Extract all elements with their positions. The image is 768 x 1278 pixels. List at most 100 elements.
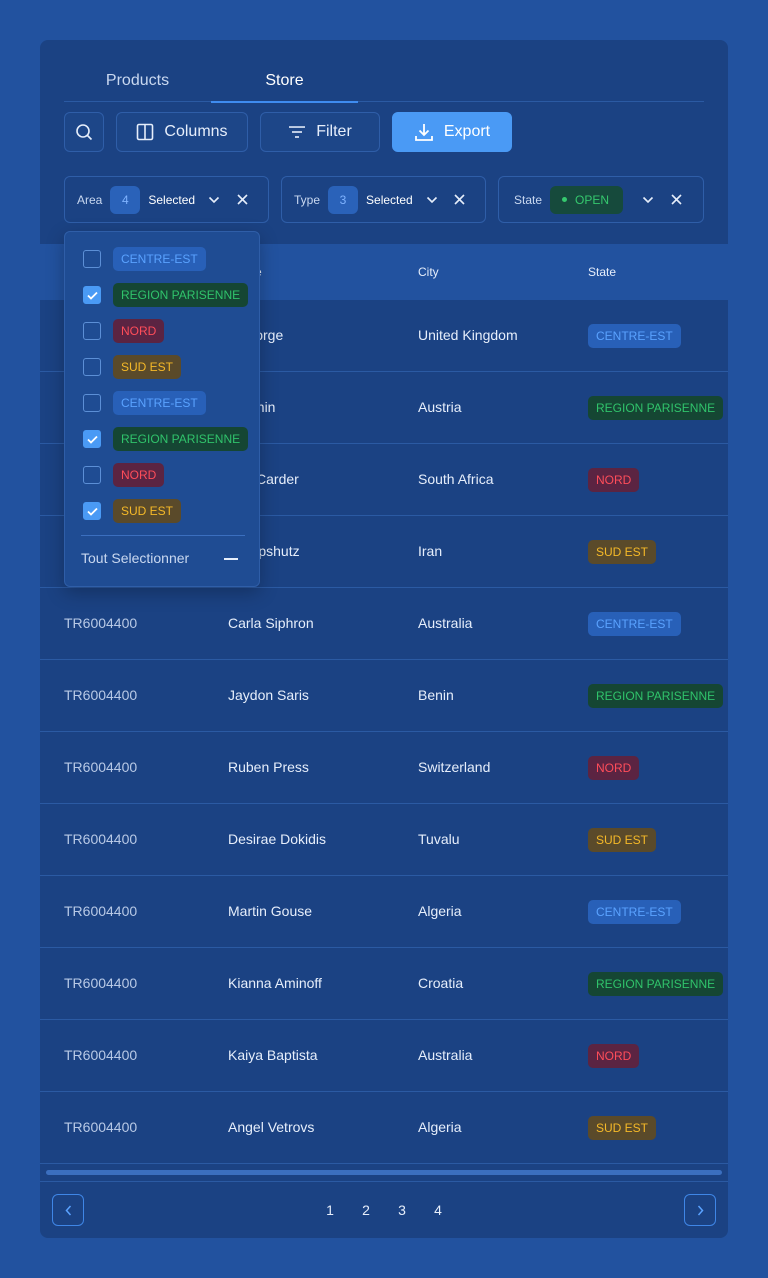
row-name: Jaydon Saris xyxy=(228,687,309,703)
area-option[interactable]: SUD EST xyxy=(83,355,182,379)
row-city: Australia xyxy=(418,1047,473,1063)
export-label: Export xyxy=(443,123,491,140)
state-clear-button[interactable] xyxy=(667,191,685,209)
type-filter-chip[interactable]: Type 3 Selected xyxy=(281,176,486,223)
row-city: United Kingdom xyxy=(418,327,518,343)
table-row[interactable]: TR6004400 Kaiya Baptista Australia NORD xyxy=(40,1020,728,1092)
row-id: TR6004400 xyxy=(64,831,138,847)
previous-page-button[interactable] xyxy=(52,1194,84,1226)
type-selected-text: Selected xyxy=(366,192,413,207)
table-row[interactable]: TR6004400 Ruben Press Switzerland NORD xyxy=(40,732,728,804)
row-state: REGION PARISENNE xyxy=(588,372,724,443)
search-button[interactable] xyxy=(64,112,104,152)
columns-button[interactable]: Columns xyxy=(116,112,248,152)
close-icon xyxy=(236,194,248,205)
option-tag: CENTRE-EST xyxy=(113,391,206,415)
download-icon xyxy=(414,124,433,141)
option-tag: SUD EST xyxy=(113,499,182,523)
tab-store[interactable]: Store xyxy=(211,62,358,103)
option-checkbox[interactable] xyxy=(83,430,101,448)
columns-icon xyxy=(137,123,154,141)
area-option[interactable]: NORD xyxy=(83,463,165,487)
column-header-state[interactable]: State xyxy=(588,244,616,300)
area-selected-text: Selected xyxy=(148,192,196,207)
page-1[interactable]: 1 xyxy=(320,1202,340,1218)
close-icon xyxy=(670,194,682,205)
state-tag: CENTRE-EST xyxy=(588,612,681,637)
row-state: CENTRE-EST xyxy=(588,588,681,659)
row-name: Ruben Press xyxy=(228,759,309,775)
table-row[interactable]: TR6004400 Kianna Aminoff Croatia REGION PAR… xyxy=(40,948,728,1020)
option-tag: NORD xyxy=(113,319,165,343)
row-id: TR6004400 xyxy=(64,1047,138,1063)
column-header-city[interactable]: City xyxy=(418,244,439,300)
select-all-indeterminate-icon[interactable] xyxy=(224,558,238,560)
option-checkbox[interactable] xyxy=(83,250,101,268)
area-option[interactable]: CENTRE-EST xyxy=(83,247,206,271)
page-3[interactable]: 3 xyxy=(392,1202,412,1218)
state-tag: SUD EST xyxy=(588,540,657,565)
table-row[interactable]: TR6004400 Angel Vetrovs Algeria SUD EST xyxy=(40,1092,728,1164)
state-tag: REGION PARISENNE xyxy=(588,684,724,709)
area-expand-button[interactable] xyxy=(205,191,223,209)
state-open-text: OPEN xyxy=(575,192,610,207)
row-city: Algeria xyxy=(418,1119,462,1135)
tab-products[interactable]: Products xyxy=(64,62,211,102)
row-city: Tuvalu xyxy=(418,831,460,847)
table-row[interactable]: TR6004400 Carla Siphron Australia CENTRE-ES… xyxy=(40,588,728,660)
area-option[interactable]: REGION PARISENNE xyxy=(83,427,249,451)
option-checkbox[interactable] xyxy=(83,322,101,340)
columns-label: Columns xyxy=(164,123,228,140)
option-tag: REGION PARISENNE xyxy=(113,427,249,451)
option-checkbox[interactable] xyxy=(83,358,101,376)
state-expand-button[interactable] xyxy=(639,191,657,209)
option-checkbox[interactable] xyxy=(83,502,101,520)
tab-bar: Products Store xyxy=(64,62,704,103)
type-selected-count: 3 xyxy=(328,185,359,214)
horizontal-scrollbar[interactable] xyxy=(46,1170,722,1175)
option-tag: REGION PARISENNE xyxy=(113,283,249,307)
option-tag: NORD xyxy=(113,463,165,487)
state-tag: REGION PARISENNE xyxy=(588,972,724,997)
area-clear-button[interactable] xyxy=(233,191,251,209)
state-tag: NORD xyxy=(588,1044,640,1069)
option-checkbox[interactable] xyxy=(83,394,101,412)
row-city: South Africa xyxy=(418,471,494,487)
row-id: TR6004400 xyxy=(64,1119,138,1135)
row-name: Angel Vetrovs xyxy=(228,1119,315,1135)
area-option[interactable]: NORD xyxy=(83,319,165,343)
table-row[interactable]: TR6004400 Martin Gouse Algeria CENTRE-EST xyxy=(40,876,728,948)
page-4[interactable]: 4 xyxy=(428,1202,448,1218)
area-option[interactable]: CENTRE-EST xyxy=(83,391,206,415)
option-checkbox[interactable] xyxy=(83,466,101,484)
type-expand-button[interactable] xyxy=(423,191,441,209)
table-row[interactable]: TR6004400 Jaydon Saris Benin REGION PARISEN… xyxy=(40,660,728,732)
table-row[interactable]: TR6004400 Desirae Dokidis Tuvalu SUD EST xyxy=(40,804,728,876)
row-city: Algeria xyxy=(418,903,462,919)
row-state: CENTRE-EST xyxy=(588,876,681,947)
state-filter-chip[interactable]: State OPEN xyxy=(498,176,704,223)
filter-button[interactable]: Filter xyxy=(260,112,380,152)
row-name: Martin Gouse xyxy=(228,903,313,919)
area-option[interactable]: REGION PARISENNE xyxy=(83,283,249,307)
check-icon xyxy=(86,435,98,444)
state-filter-label: State xyxy=(514,192,543,207)
type-clear-button[interactable] xyxy=(451,191,469,209)
row-id: TR6004400 xyxy=(64,975,138,991)
state-tag: SUD EST xyxy=(588,1116,657,1141)
row-state: NORD xyxy=(588,444,640,515)
select-all-label[interactable]: Tout Selectionner xyxy=(81,550,189,566)
area-filter-label: Area xyxy=(77,192,103,207)
dropdown-divider xyxy=(81,535,245,536)
next-page-button[interactable] xyxy=(684,1194,716,1226)
filter-label: Filter xyxy=(316,123,352,140)
export-button[interactable]: Export xyxy=(392,112,512,152)
row-city: Croatia xyxy=(418,975,464,991)
area-filter-chip[interactable]: Area 4 Selected xyxy=(64,176,269,223)
check-icon xyxy=(86,291,98,300)
page-2[interactable]: 2 xyxy=(356,1202,376,1218)
option-tag: CENTRE-EST xyxy=(113,247,206,271)
row-city: Switzerland xyxy=(418,759,491,775)
option-checkbox[interactable] xyxy=(83,286,101,304)
area-option[interactable]: SUD EST xyxy=(83,499,182,523)
